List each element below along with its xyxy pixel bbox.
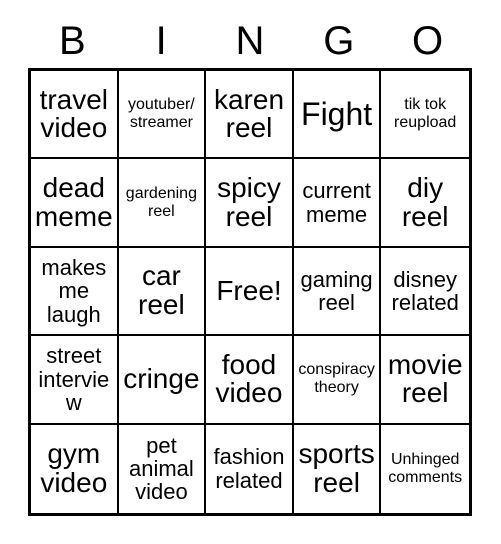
bingo-cell-r2c4[interactable]: current meme [293,159,382,248]
bingo-grid: travel video youtuber/ streamer karen re… [28,68,472,516]
bingo-cell-label: street interview [38,343,110,416]
bingo-cell-r1c3[interactable]: karen reel [206,71,294,160]
bingo-cell-r5c3[interactable]: fashion related [206,424,294,513]
bingo-cell-r4c1[interactable]: street interview [31,336,119,425]
bingo-cell-label: car reel [138,260,185,320]
bingo-header-row: B I N G O [28,14,472,68]
bingo-free-label: Free! [216,274,282,306]
bingo-cell-r2c3[interactable]: spicy reel [206,159,294,248]
bingo-cell-r2c5[interactable]: diy reel [381,159,469,248]
bingo-cell-label: youtuber/ streamer [128,96,195,132]
bingo-cell-label: gaming reel [300,266,373,315]
bingo-cell-r3c4[interactable]: gaming reel [293,247,382,337]
bingo-cell-r1c5[interactable]: tik tok reupload [381,71,469,160]
bingo-cell-r5c2[interactable]: pet animal video [118,424,207,513]
bingo-cell-label: gym video [40,438,108,498]
header-letter-i: I [155,19,167,63]
bingo-cell-r1c1[interactable]: travel video [31,71,119,160]
bingo-cell-r1c2[interactable]: youtuber/ streamer [118,71,207,160]
bingo-cell-r4c3[interactable]: food video [206,336,294,425]
header-letter-n: N [235,19,265,63]
bingo-cell-r4c5[interactable]: movie reel [381,336,469,425]
bingo-cell-label: fashion related [213,444,285,493]
bingo-cell-r1c4[interactable]: Fight [293,71,382,160]
bingo-cell-label: conspiracy theory [298,361,375,397]
bingo-cell-r4c4[interactable]: conspiracy theory [293,336,382,425]
bingo-cell-r4c2[interactable]: cringe [118,336,207,425]
bingo-cell-label: dead meme [34,172,113,232]
bingo-cell-r5c1[interactable]: gym video [31,424,119,513]
bingo-card: B I N G O travel video youtuber/ streame… [0,0,501,544]
bingo-cell-r5c5[interactable]: Unhinged comments [381,424,469,513]
bingo-cell-label: karen reel [213,83,285,144]
bingo-cell-label: Fight [301,95,373,132]
bingo-cell-label: Unhinged comments [388,450,463,486]
bingo-cell-label: cringe [123,363,200,395]
bingo-cell-label: current meme [302,178,371,227]
bingo-cell-r2c2[interactable]: gardening reel [118,159,207,248]
bingo-cell-label: movie reel [387,348,463,409]
bingo-cell-r3c5[interactable]: disney related [381,247,469,337]
bingo-cell-label: travel video [39,83,109,144]
header-letter-b: B [59,19,86,63]
bingo-cell-label: makes me laugh [41,255,107,327]
bingo-cell-label: gardening reel [125,184,197,220]
header-letter-o: O [412,19,444,63]
bingo-cell-label: sports reel [298,438,375,498]
bingo-cell-label: disney related [391,266,459,315]
bingo-cell-r2c1[interactable]: dead meme [31,159,119,248]
header-letter-g: G [323,19,355,63]
bingo-cell-label: diy reel [401,172,449,232]
bingo-cell-label: pet animal video [128,432,194,505]
bingo-cell-r3c1[interactable]: makes me laugh [31,247,119,337]
bingo-cell-label: food video [215,348,283,409]
bingo-cell-r5c4[interactable]: sports reel [293,424,382,513]
bingo-cell-free-space[interactable]: Free! [206,247,294,337]
bingo-cell-label: spicy reel [217,172,281,232]
bingo-cell-r3c2[interactable]: car reel [118,247,207,337]
bingo-cell-label: tik tok reupload [394,96,457,132]
